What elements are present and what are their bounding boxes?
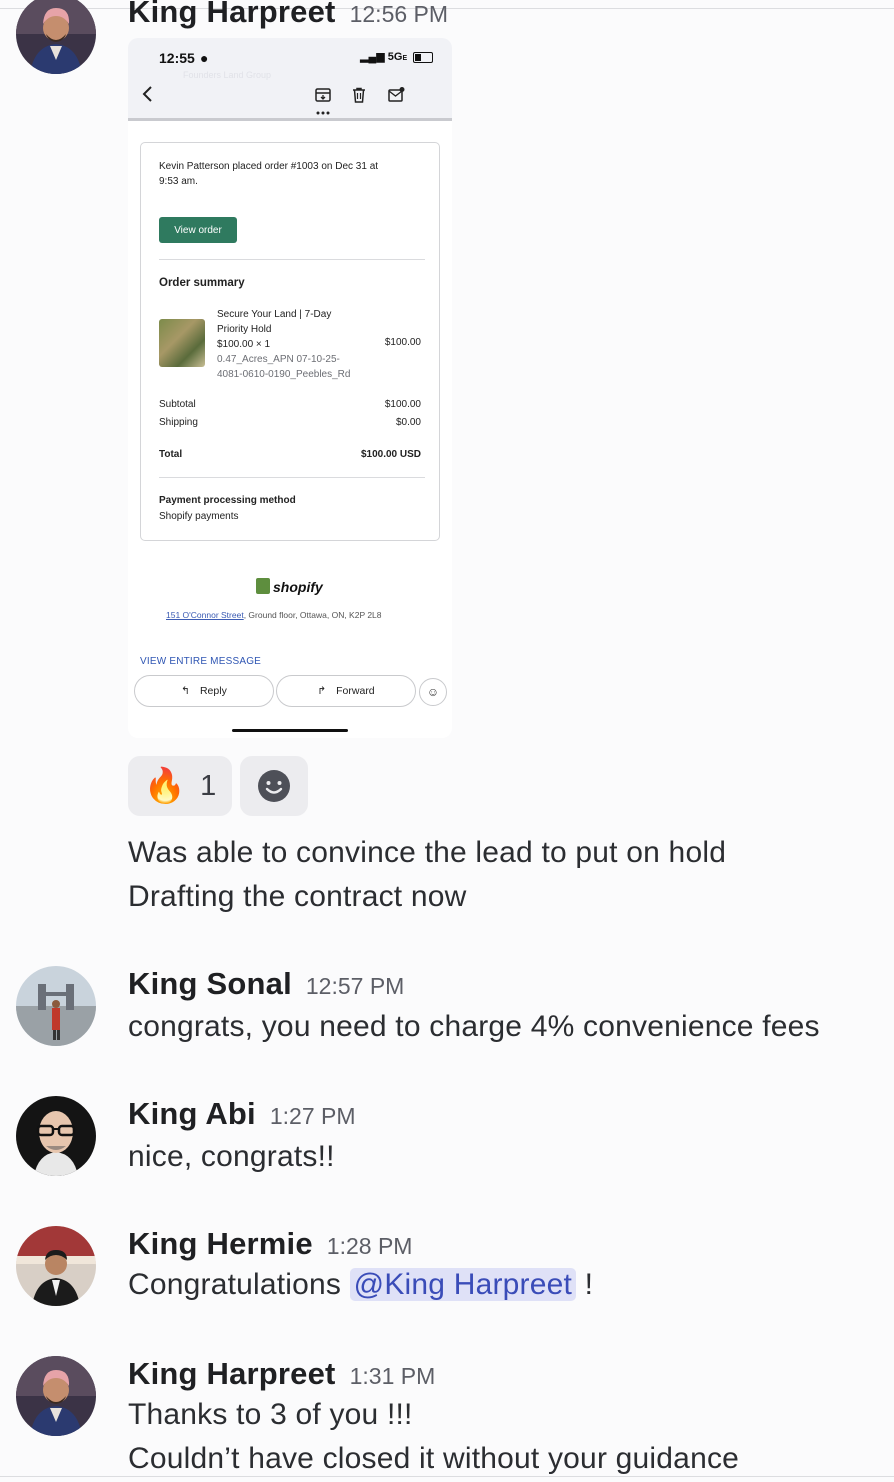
shopify-logo: shopify: [256, 578, 323, 595]
faded-sender: Founders Land Group: [183, 70, 272, 80]
product-variant-1: 0.47_Acres_APN 07-10-25-: [217, 354, 340, 365]
mark-unread-icon: [388, 87, 405, 102]
reaction-fire[interactable]: 🔥 1: [128, 756, 232, 816]
email-screenshot-attachment[interactable]: 12:55 ● ▂▄▆ 5GE Founders Land Group Kevi…: [128, 38, 452, 738]
bottom-divider: [0, 1476, 894, 1477]
message-text: congrats, you need to charge 4% convenie…: [128, 1010, 820, 1043]
product-details: Secure Your Land | 7-Day Priority Hold $…: [217, 307, 350, 382]
trash-icon: [353, 87, 366, 103]
add-reaction-button[interactable]: [240, 756, 308, 816]
order-notice: Kevin Patterson placed order #1003 on De…: [159, 159, 378, 189]
phone-clock: 12:55: [159, 50, 195, 66]
reply-label: Reply: [199, 685, 227, 697]
timestamp: 1:28 PM: [326, 1233, 413, 1259]
store-address: 151 O'Connor Street, Ground floor, Ottaw…: [166, 610, 382, 620]
archive-icon: [315, 88, 331, 102]
avatar-king-harpreet[interactable]: [16, 1356, 96, 1436]
reply-arrow-icon: ↰: [181, 685, 190, 697]
message-header: King Sonal 12:57 PM: [128, 966, 404, 1002]
payment-value: Shopify payments: [159, 511, 239, 522]
product-qty: $100.00 × 1: [217, 339, 271, 350]
subtotal-value: $100.00: [384, 399, 421, 410]
home-indicator: [232, 729, 348, 732]
view-entire-message-link[interactable]: VIEW ENTIRE MESSAGE: [140, 656, 261, 667]
total-label: Total: [159, 449, 183, 460]
message-text: Congratulations @King Harpreet !: [128, 1268, 593, 1302]
more-icon: [316, 111, 330, 115]
avatar-king-hermie[interactable]: [16, 1226, 96, 1306]
message-text: Couldn’t have closed it without your gui…: [128, 1442, 740, 1475]
order-summary-title: Order summary: [159, 277, 245, 289]
timestamp: 12:57 PM: [305, 973, 405, 999]
network-suffix: E: [402, 55, 408, 62]
product-thumbnail: [159, 319, 205, 367]
message-text: Drafting the contract now: [128, 880, 467, 913]
forward-label: Forward: [336, 685, 375, 697]
total-value: $100.00 USD: [360, 449, 421, 460]
username[interactable]: King Harpreet: [128, 0, 336, 29]
shipping-label: Shipping: [159, 417, 198, 428]
battery-icon: [413, 51, 434, 63]
shipping-value: $0.00: [395, 417, 421, 428]
message-header: King Hermie 1:28 PM: [128, 1226, 412, 1262]
message-text: Was able to convince the lead to put on …: [128, 836, 727, 869]
back-chevron-icon: [142, 86, 152, 102]
reaction-count: 1: [200, 769, 217, 802]
divider: [159, 259, 425, 260]
reply-button[interactable]: ↰ Reply: [134, 675, 274, 707]
avatar-king-abi[interactable]: [16, 1096, 96, 1176]
add-reaction-icon: [258, 770, 290, 802]
message-text: nice, congrats!!: [128, 1140, 335, 1173]
view-order-button[interactable]: View order: [159, 217, 237, 243]
forward-button[interactable]: ↱ Forward: [276, 675, 416, 707]
fire-emoji: 🔥: [143, 767, 187, 805]
forward-arrow-icon: ↱: [317, 685, 327, 697]
person-icon: ●: [200, 50, 209, 66]
timestamp: 12:56 PM: [349, 1, 449, 27]
message-header: King Harpreet 12:56 PM: [128, 0, 448, 30]
message-text-before: Congratulations: [128, 1268, 350, 1301]
emoji-react-button[interactable]: ☺: [419, 678, 447, 706]
timestamp: 1:31 PM: [349, 1363, 436, 1389]
shopify-wordmark: shopify: [273, 579, 323, 595]
order-line-2: 9:53 am.: [159, 176, 198, 187]
avatar-king-harpreet[interactable]: [16, 0, 96, 74]
username[interactable]: King Harpreet: [128, 1356, 336, 1391]
payment-title: Payment processing method: [159, 495, 296, 506]
message-header: King Abi 1:27 PM: [128, 1096, 356, 1132]
divider: [159, 477, 425, 478]
network-label: 5G: [387, 51, 403, 63]
mail-actions: [314, 86, 452, 122]
smiley-icon: ☺: [426, 685, 440, 699]
subtotal-label: Subtotal: [159, 399, 196, 410]
message-text: Thanks to 3 of you !!!: [128, 1398, 413, 1431]
user-mention[interactable]: @King Harpreet: [349, 1268, 577, 1301]
message-header: King Harpreet 1:31 PM: [128, 1356, 435, 1392]
username[interactable]: King Hermie: [128, 1226, 313, 1261]
timestamp: 1:27 PM: [269, 1103, 356, 1129]
signal-icon: ▂▄▆: [360, 51, 385, 63]
phone-status: ▂▄▆ 5GE: [360, 50, 434, 63]
product-title-1: Secure Your Land | 7-Day: [217, 309, 332, 320]
avatar-king-sonal[interactable]: [16, 966, 96, 1046]
product-price: $100.00: [384, 337, 421, 348]
shopify-bag-icon: [256, 578, 270, 594]
username[interactable]: King Sonal: [128, 966, 292, 1001]
address-rest: , Ground floor, Ottawa, ON, K2P 2L8: [243, 610, 382, 620]
product-variant-2: 4081-0610-0190_Peebles_Rd: [217, 369, 351, 380]
phone-header: 12:55 ● ▂▄▆ 5GE Founders Land Group: [128, 38, 452, 121]
product-title-2: Priority Hold: [217, 324, 272, 335]
order-line-1: Kevin Patterson placed order #1003 on De…: [159, 161, 379, 172]
message-text-after: !: [576, 1268, 594, 1301]
order-card: Kevin Patterson placed order #1003 on De…: [140, 142, 440, 541]
username[interactable]: King Abi: [128, 1096, 256, 1131]
address-link[interactable]: 151 O'Connor Street: [166, 610, 244, 620]
